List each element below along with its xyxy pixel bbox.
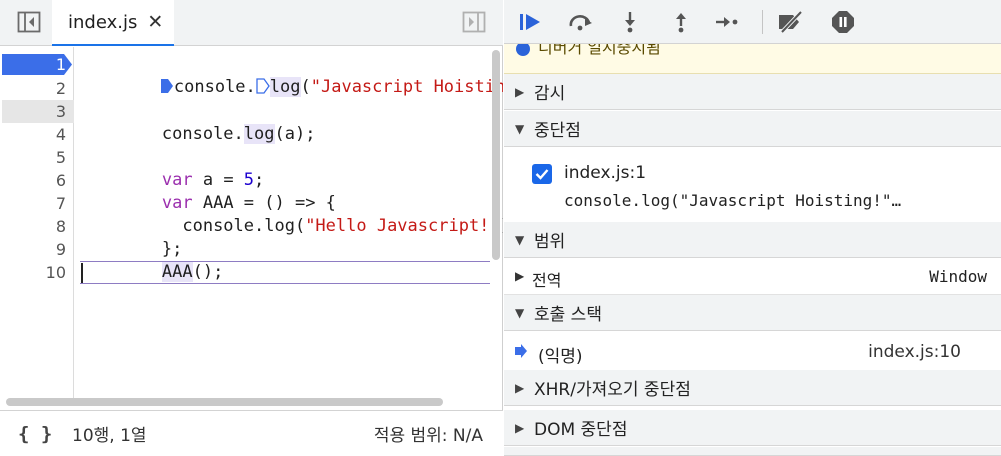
expand-arrow-icon: ▶ — [515, 84, 525, 99]
pretty-print-button[interactable]: { } — [18, 423, 52, 445]
section-breakpoints[interactable]: ▼ 중단점 — [504, 111, 1001, 147]
line-number[interactable]: 10 — [6, 261, 66, 284]
paused-banner: 디버거 일시중지됨 — [504, 44, 1001, 74]
section-scope[interactable]: ▼ 범위 — [504, 222, 1001, 258]
horizontal-scrollbar[interactable] — [6, 398, 443, 406]
coverage-status: 적용 범위: N/A — [373, 426, 483, 446]
line-number[interactable]: 9 — [6, 238, 66, 261]
debugger-sidebar: 디버거 일시중지됨 ▶ 감시 ▼ 중단점 index.js:1 console.… — [504, 0, 1001, 456]
line-number[interactable]: 2 — [6, 77, 66, 100]
expand-arrow-icon: ▶ — [515, 269, 525, 283]
line-number[interactable]: 5 — [6, 146, 66, 169]
section-watch[interactable]: ▶ 감시 — [504, 74, 1001, 110]
section-xhr-breakpoints[interactable]: ▶ XHR/가져오기 중단점 — [504, 370, 1001, 406]
scope-name: 전역 — [532, 271, 562, 290]
code-line-1: console. log("Javascript Hoisting — [80, 53, 503, 97]
section-title: 범위 — [534, 232, 566, 252]
breakpoint-code: console.log("Javascript Hoisting!"… — [564, 191, 902, 210]
line-gutter[interactable]: 1 2 3 4 5 6 7 8 9 10 — [0, 47, 74, 405]
code-lines[interactable]: console. log("Javascript Hoisting console… — [80, 47, 503, 405]
tab-index-js[interactable]: index.js ✕ — [52, 0, 174, 46]
section-dom-breakpoints[interactable]: ▶ DOM 중단점 — [504, 410, 1001, 446]
tab-label: index.js — [68, 11, 138, 33]
code-line-9: AAA(); — [161, 262, 224, 282]
step-over-icon[interactable] — [566, 8, 596, 36]
section-call-stack[interactable]: ▼ 호출 스택 — [504, 295, 1001, 331]
section-title: XHR/가져오기 중단점 — [534, 380, 691, 400]
current-frame-icon — [515, 344, 527, 358]
paused-location-icon — [160, 79, 173, 93]
editor-tabbar: index.js ✕ — [0, 0, 503, 46]
line-number[interactable]: 1 — [6, 53, 66, 76]
pause-on-exceptions-icon[interactable] — [828, 8, 858, 36]
step-out-icon[interactable] — [666, 8, 696, 36]
toggle-navigator-icon[interactable] — [16, 10, 42, 34]
inline-breakpoint-icon[interactable] — [256, 78, 270, 94]
cursor-position: 10행, 1열 — [72, 426, 147, 446]
line-number[interactable]: 4 — [6, 123, 66, 146]
code-line-6: var AAA = () => { — [161, 193, 336, 213]
paused-text: 디버거 일시중지됨 — [538, 44, 661, 57]
line-number[interactable]: 8 — [6, 215, 66, 238]
expand-arrow-icon: ▶ — [515, 380, 525, 395]
section-title: DOM 중단점 — [534, 420, 628, 440]
section-more — [504, 447, 1001, 456]
code-line-3: console.log(a); — [161, 124, 316, 144]
frame-location: index.js:10 — [868, 342, 961, 362]
code-line-5: var a = 5; — [161, 170, 265, 190]
code-line-8: }; — [161, 239, 183, 259]
vertical-scrollbar[interactable] — [492, 50, 500, 260]
scope-value: Window — [929, 267, 987, 286]
collapse-arrow-icon: ▼ — [515, 305, 525, 320]
code-editor[interactable]: 1 2 3 4 5 6 7 8 9 10 console. log("Javasc… — [0, 47, 503, 405]
collapse-arrow-icon: ▼ — [515, 232, 525, 247]
toolbar-separator — [762, 10, 763, 34]
editor-statusbar: { } 10행, 1열 적용 범위: N/A — [0, 410, 503, 456]
section-title: 중단점 — [534, 121, 581, 141]
breakpoint-location: index.js:1 — [564, 163, 647, 183]
code-line-7: console.log("Hello Javascript!"); — [161, 216, 503, 236]
step-into-icon[interactable] — [615, 8, 645, 36]
deactivate-breakpoints-icon[interactable] — [776, 8, 806, 36]
expand-arrow-icon: ▶ — [515, 420, 525, 435]
breakpoint-checkbox[interactable] — [532, 164, 552, 184]
frame-name: (익명) — [538, 347, 583, 367]
debugger-toolbar — [504, 0, 1001, 44]
step-icon[interactable] — [712, 8, 742, 36]
collapse-arrow-icon: ▼ — [515, 121, 525, 136]
line-number[interactable]: 7 — [6, 192, 66, 215]
info-icon — [516, 44, 530, 56]
section-title: 호출 스택 — [534, 305, 602, 325]
resume-icon[interactable] — [516, 8, 546, 36]
toggle-debugger-icon[interactable] — [461, 10, 487, 34]
line-number[interactable]: 6 — [6, 169, 66, 192]
editor-pane: index.js ✕ 1 2 3 4 5 6 7 8 9 10 console.… — [0, 0, 503, 456]
breakpoint-item[interactable]: index.js:1 console.log("Javascript Hoist… — [504, 155, 1001, 225]
call-frame-row[interactable]: (익명) index.js:10 — [504, 333, 1001, 371]
line-number[interactable]: 3 — [6, 100, 66, 123]
scope-global-row[interactable]: ▶ 전역 Window — [504, 259, 1001, 295]
close-icon[interactable]: ✕ — [147, 11, 163, 33]
section-title: 감시 — [534, 84, 566, 104]
